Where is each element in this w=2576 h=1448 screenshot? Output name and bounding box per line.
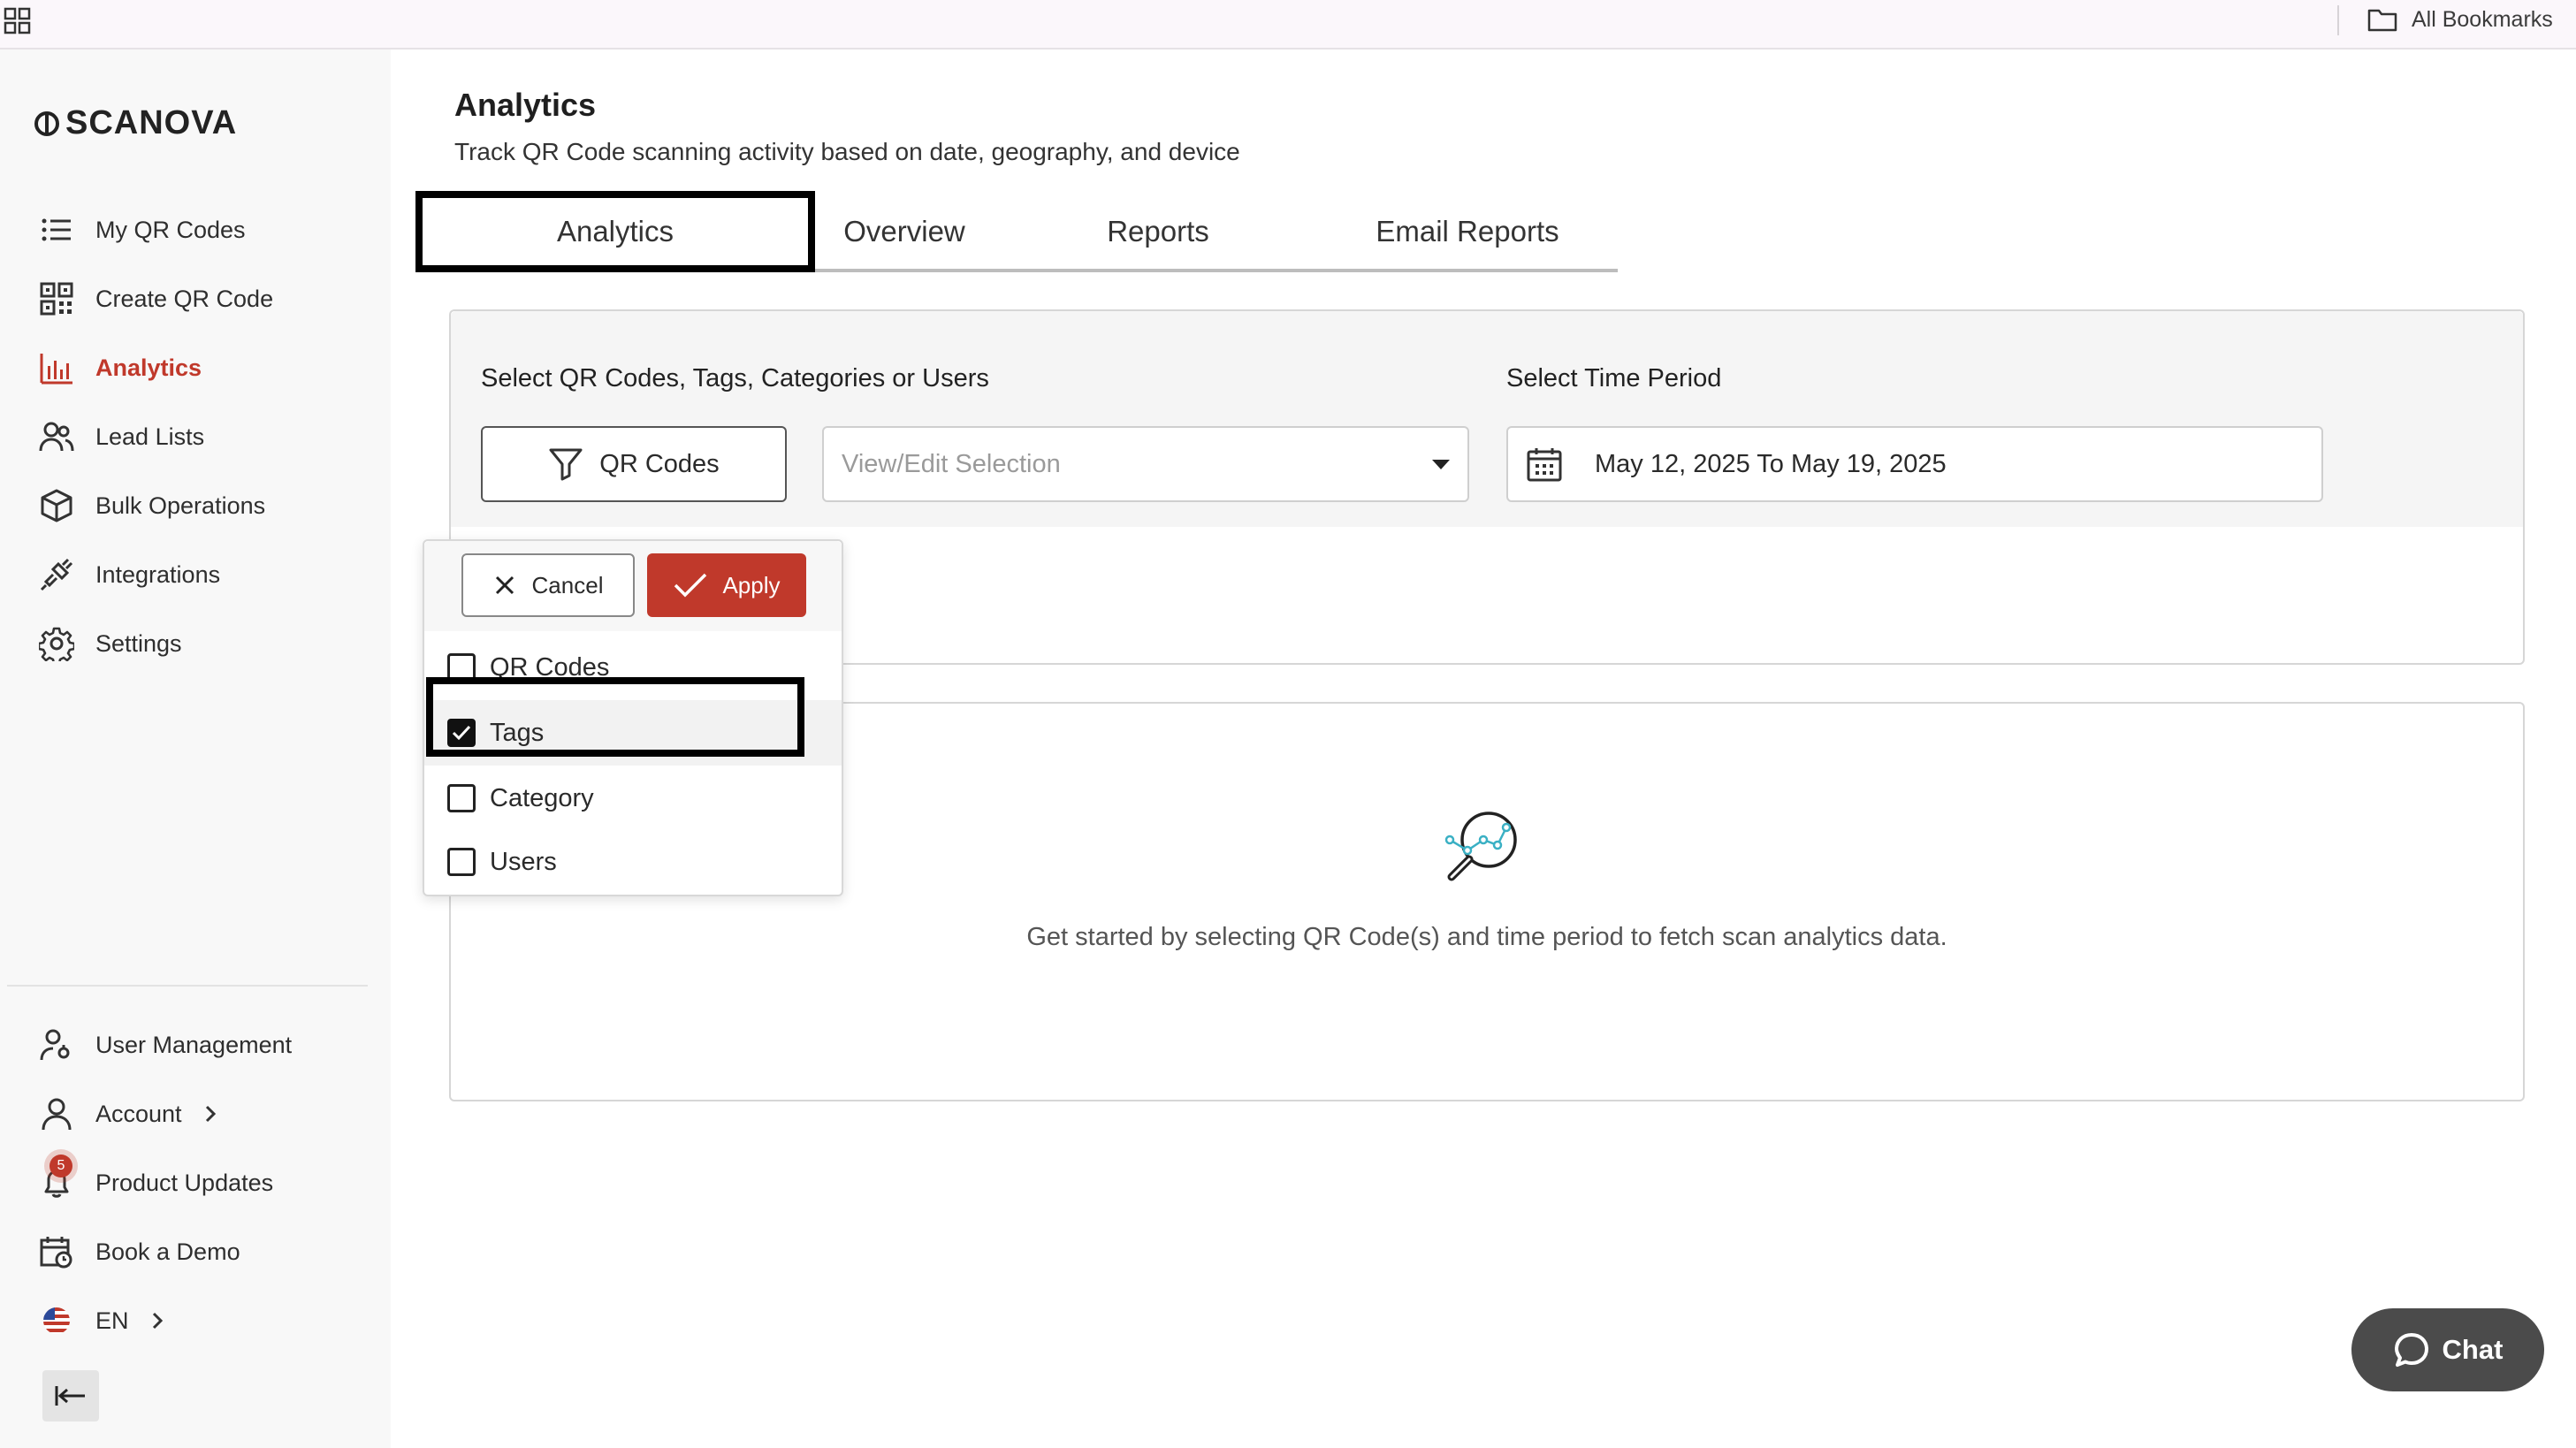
list-icon [42, 218, 71, 241]
option-label: Category [490, 783, 594, 812]
date-range-value: May 12, 2025 To May 19, 2025 [1595, 449, 1947, 478]
sidebar-item-lead-lists[interactable]: Lead Lists [39, 410, 204, 463]
analytics-tabs: Analytics Overview Reports Email Reports [415, 191, 1618, 272]
sidebar: SCANOVA My QR Codes Create QR Code Analy… [0, 50, 391, 1448]
user-icon [42, 1098, 72, 1131]
sidebar-divider [7, 985, 368, 987]
sidebar-item-label: Product Updates [95, 1169, 274, 1196]
calendar-clock-icon [40, 1237, 72, 1269]
checkbox-checked[interactable] [447, 719, 476, 747]
option-label: QR Codes [490, 652, 610, 682]
caret-down-icon [1432, 460, 1450, 469]
all-bookmarks-button[interactable]: All Bookmarks [2367, 2, 2553, 37]
apps-grid-icon[interactable] [4, 7, 32, 35]
sidebar-item-account[interactable]: Account [39, 1087, 217, 1140]
option-label: Users [490, 847, 557, 876]
option-qr-codes[interactable]: QR Codes [424, 635, 842, 700]
cancel-label: Cancel [531, 571, 604, 598]
filter-type-label: QR Codes [599, 449, 720, 478]
user-key-icon [40, 1029, 70, 1061]
folder-icon [2367, 9, 2397, 32]
checkbox-unchecked[interactable] [447, 784, 476, 812]
users-icon [39, 422, 74, 452]
option-users[interactable]: Users [424, 829, 842, 895]
option-tags[interactable]: Tags [424, 700, 842, 766]
chat-button[interactable]: Chat [2351, 1308, 2544, 1391]
chevron-right-icon [205, 1105, 216, 1123]
sidebar-item-book-a-demo[interactable]: Book a Demo [39, 1225, 240, 1278]
scanova-logo[interactable]: SCANOVA [34, 104, 237, 142]
sidebar-item-user-management[interactable]: User Management [39, 1018, 292, 1071]
cancel-button[interactable]: Cancel [461, 553, 635, 617]
sidebar-item-label: Create QR Code [95, 285, 274, 312]
check-icon [452, 725, 471, 741]
tab-analytics[interactable]: Analytics [415, 191, 815, 272]
apply-label: Apply [722, 571, 781, 598]
sidebar-item-label: Integrations [95, 560, 221, 588]
filter-type-button[interactable]: QR Codes [481, 426, 787, 502]
sidebar-item-label: Analytics [95, 354, 202, 381]
select-qr-label: Select QR Codes, Tags, Categories or Use… [481, 364, 989, 392]
sidebar-item-label: My QR Codes [95, 216, 246, 243]
option-category[interactable]: Category [424, 766, 842, 831]
collapse-left-icon [55, 1386, 85, 1406]
qr-code-icon [40, 282, 73, 316]
sidebar-item-label: EN [95, 1307, 129, 1334]
sidebar-item-label: Book a Demo [95, 1238, 240, 1265]
page-subtitle: Track QR Code scanning activity based on… [454, 138, 1240, 165]
scanova-logo-icon [34, 111, 59, 136]
cube-icon [41, 489, 72, 522]
checkbox-unchecked[interactable] [447, 848, 476, 876]
all-bookmarks-label: All Bookmarks [2412, 6, 2553, 32]
notification-badge: 5 [50, 1155, 72, 1177]
bar-chart-icon [40, 354, 72, 385]
dropdown-actions: Cancel Apply [424, 541, 842, 631]
bookmark-separator [2337, 5, 2339, 35]
apply-button[interactable]: Apply [647, 553, 806, 617]
date-range-picker[interactable]: May 12, 2025 To May 19, 2025 [1506, 426, 2323, 502]
bell-with-badge: 5 [39, 1155, 74, 1200]
filter-type-dropdown: Cancel Apply QR Codes Tags Category User… [423, 539, 843, 896]
selection-placeholder: View/Edit Selection [842, 449, 1061, 478]
collapse-sidebar-button[interactable] [42, 1370, 99, 1421]
sidebar-item-settings[interactable]: Settings [39, 617, 182, 670]
tab-overview[interactable]: Overview [796, 191, 1013, 272]
sidebar-item-label: Settings [95, 629, 182, 657]
chat-label: Chat [2442, 1334, 2504, 1365]
sidebar-item-integrations[interactable]: Integrations [39, 548, 220, 601]
sidebar-item-label: User Management [95, 1031, 293, 1058]
checkbox-unchecked[interactable] [447, 653, 476, 682]
page-title: Analytics [454, 87, 597, 123]
sidebar-item-language[interactable]: EN [39, 1294, 164, 1347]
us-flag-icon [43, 1307, 70, 1334]
filter-header: Select QR Codes, Tags, Categories or Use… [451, 311, 2523, 527]
chevron-right-icon [152, 1312, 163, 1330]
option-label: Tags [490, 718, 545, 747]
selection-dropdown[interactable]: View/Edit Selection [822, 426, 1469, 502]
tab-reports[interactable]: Reports [1070, 191, 1246, 272]
sidebar-item-bulk-operations[interactable]: Bulk Operations [39, 479, 265, 532]
time-period-label: Select Time Period [1506, 364, 1722, 392]
empty-state-message: Get started by selecting QR Code(s) and … [1026, 923, 1947, 951]
sidebar-item-label: Lead Lists [95, 423, 205, 450]
gear-icon [39, 627, 74, 661]
plug-icon [40, 558, 73, 591]
bookmark-bar: All Bookmarks [0, 0, 2576, 50]
sidebar-item-my-qr-codes[interactable]: My QR Codes [39, 203, 246, 256]
logo-text: SCANOVA [65, 104, 238, 141]
sidebar-item-create-qr-code[interactable]: Create QR Code [39, 272, 273, 325]
check-icon [674, 573, 707, 598]
filter-icon [549, 448, 583, 481]
sidebar-item-label: Account [95, 1100, 182, 1127]
sidebar-item-product-updates[interactable]: 5 Product Updates [39, 1155, 274, 1209]
sidebar-item-label: Bulk Operations [95, 492, 266, 519]
magnifier-analytics-icon [1444, 812, 1517, 881]
close-icon [495, 575, 514, 595]
calendar-icon [1527, 448, 1562, 482]
chat-bubble-icon [2394, 1333, 2428, 1367]
sidebar-item-analytics[interactable]: Analytics [39, 341, 202, 394]
tab-email-reports[interactable]: Email Reports [1335, 191, 1600, 272]
